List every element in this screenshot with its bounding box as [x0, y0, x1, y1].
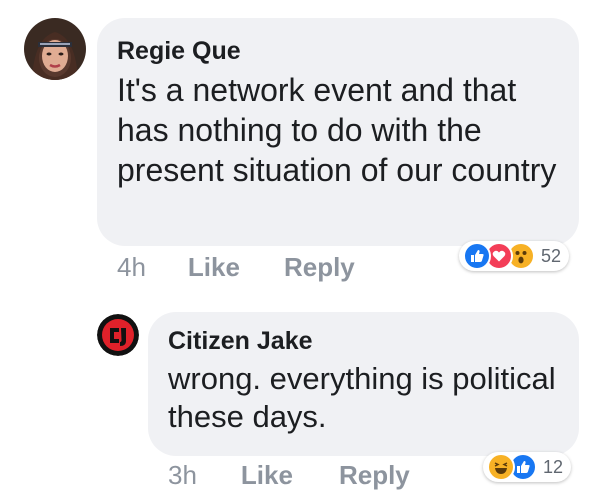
- avatar-regie-que[interactable]: [24, 18, 86, 80]
- reactions-summary[interactable]: 12: [483, 452, 572, 482]
- comment-bubble-citizen-jake: Citizen Jake wrong. everything is politi…: [148, 312, 579, 456]
- comment-text: It's a network event and that has nothin…: [117, 72, 557, 188]
- comment-bubble-regie-que: Regie Que It's a network event and that …: [97, 18, 579, 246]
- like-icon: [463, 242, 491, 270]
- like-button[interactable]: Like: [188, 252, 240, 283]
- reactions-summary[interactable]: 52: [459, 241, 570, 271]
- reply-button[interactable]: Reply: [284, 252, 355, 283]
- comment-actions: 4h Like Reply: [117, 252, 355, 283]
- comment-author[interactable]: Citizen Jake: [168, 326, 559, 356]
- reaction-count: 12: [543, 456, 564, 477]
- comment-text: wrong. everything is political these day…: [168, 361, 556, 434]
- comment-actions: 3h Like Reply: [168, 460, 410, 491]
- reaction-count: 52: [541, 245, 562, 266]
- haha-icon: [487, 453, 515, 481]
- comment-author[interactable]: Regie Que: [117, 36, 559, 66]
- comment-timestamp[interactable]: 3h: [168, 460, 197, 491]
- reply-button[interactable]: Reply: [339, 460, 410, 491]
- comment-timestamp[interactable]: 4h: [117, 252, 146, 283]
- like-button[interactable]: Like: [241, 460, 293, 491]
- avatar-citizen-jake[interactable]: [97, 314, 139, 356]
